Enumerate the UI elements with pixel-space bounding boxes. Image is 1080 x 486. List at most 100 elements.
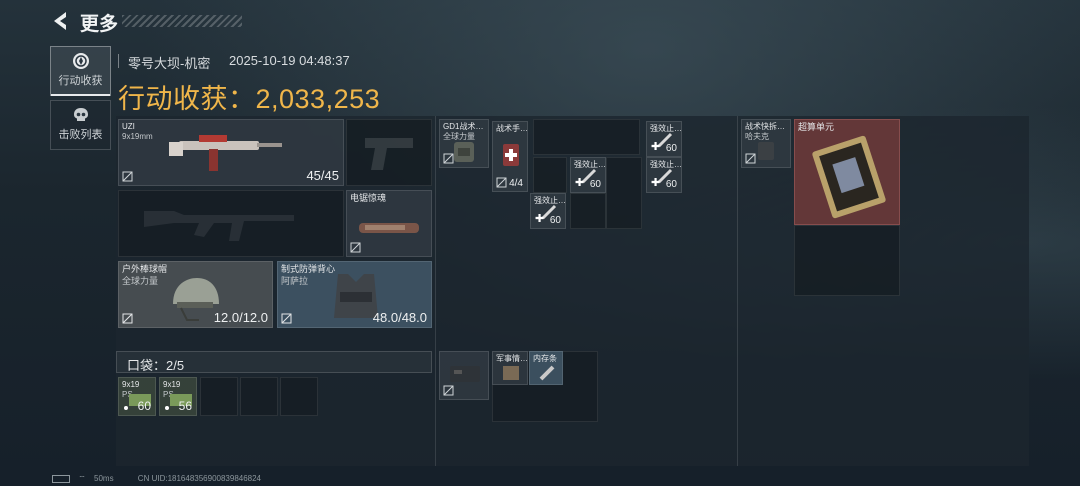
tab-operation-haul[interactable]: 行动收获 (50, 46, 111, 96)
pocket-slot-empty[interactable] (280, 377, 318, 416)
safebox-empty-cells (794, 225, 900, 296)
plus-icon: ✚ (651, 177, 661, 189)
pistol-icon (365, 138, 413, 170)
lock-icon (350, 242, 361, 253)
panel-divider (737, 116, 738, 466)
bag-item[interactable]: 内存条 (529, 351, 563, 385)
pocket-label: 口袋：2/5 (127, 358, 185, 373)
tab-label: 行动收获 (58, 75, 103, 87)
item-count: 60 (665, 179, 677, 190)
operation-datetime: 2025-10-19 04:48:37 (229, 53, 350, 68)
map-name: 零号大坝-机密 (128, 56, 211, 71)
pocket-slot[interactable]: 9x19 PS 60 (118, 377, 156, 416)
pocket-slot-empty[interactable] (240, 377, 278, 416)
primary-weapon-slot[interactable]: UZI 9x19mm 45/45 (118, 119, 344, 186)
lock-icon (496, 177, 507, 188)
safebox-item-rare[interactable]: 超算单元 (794, 119, 900, 225)
item-name: 战术快拆… (745, 122, 785, 131)
helmet-slot[interactable]: 户外棒球帽 全球力量 12.0/12.0 (118, 261, 273, 328)
lock-icon (443, 385, 454, 396)
item-name: 战术手… (496, 124, 528, 133)
item-name: 内存条 (533, 354, 557, 363)
ping: 50ms (94, 474, 114, 483)
dot-icon (124, 406, 128, 410)
chainsaw-icon (359, 223, 419, 233)
haul-total: 行动收获：2,033,253 (118, 77, 380, 116)
lock-icon (122, 171, 133, 182)
separator (118, 54, 119, 68)
haul-label: 行动收获： (118, 84, 256, 114)
tab-label: 击败列表 (58, 129, 103, 141)
pocket-slot[interactable]: 9x19 PS 56 (159, 377, 197, 416)
bag-icon (450, 366, 480, 382)
durability: 12.0/12.0 (213, 310, 268, 325)
item-brand: 全球力量 (122, 276, 159, 286)
item-name: GD1战术… (443, 122, 484, 131)
chest-rig-slot[interactable]: GD1战术… 全球力量 (439, 119, 489, 168)
item-count: 56 (178, 399, 192, 413)
pocket-header: 口袋：2/5 (116, 351, 432, 373)
backpack-empty-cell[interactable] (570, 193, 606, 229)
rifle-icon (169, 135, 282, 171)
haul-value: 2,033,253 (255, 84, 381, 114)
item-name: 电锯惊魂 (350, 193, 387, 203)
ammo-type: 9x19mm (122, 132, 153, 141)
rifle-icon (144, 211, 294, 241)
item-name: UZI (122, 122, 135, 131)
intel-icon (503, 366, 519, 380)
melee-slot[interactable]: 电锯惊魂 (346, 190, 432, 257)
pistol-slot[interactable] (346, 119, 432, 186)
plus-icon: ✚ (651, 141, 661, 153)
item-name: 军事情… (496, 354, 528, 363)
item-count: 60 (137, 399, 151, 413)
backpack-empty-cell[interactable] (533, 157, 567, 193)
battery-icon (52, 474, 70, 483)
bag-item[interactable]: 军事情… (492, 351, 528, 385)
compass-icon (72, 53, 89, 69)
item-count: 60 (589, 179, 601, 190)
armor-slot[interactable]: 制式防弹背心 阿萨拉 48.0/48.0 (277, 261, 432, 328)
item-count: 4/4 (509, 178, 523, 189)
header-stripe-decoration (122, 15, 242, 27)
secondary-weapon-slot[interactable] (118, 190, 344, 257)
backpack-item[interactable]: 强效止… ✚ 60 (570, 157, 606, 193)
item-count: 60 (665, 143, 677, 154)
ammo-count: 45/45 (306, 168, 339, 183)
safebox-case-slot[interactable]: 战术快拆… 哈夫克 (741, 119, 791, 168)
item-name: 户外棒球帽 (122, 264, 168, 274)
backpack-item[interactable]: 强效止… ✚ 60 (646, 157, 682, 193)
supercomputer-icon (812, 135, 886, 219)
lock-icon (443, 153, 454, 164)
item-name: 制式防弹背心 (281, 264, 336, 274)
backpack-slot[interactable] (439, 351, 489, 400)
panel-divider (435, 116, 436, 466)
lock-icon (122, 313, 133, 324)
backpack-item[interactable]: 强效止… ✚ 60 (530, 193, 566, 229)
skull-icon (73, 108, 88, 121)
plus-icon: ✚ (575, 177, 585, 189)
lock-icon (745, 153, 756, 164)
item-name: 9x19 (163, 380, 181, 389)
pocket-slot-empty[interactable] (200, 377, 238, 416)
lock-icon (281, 313, 292, 324)
plus-icon: ✚ (535, 213, 545, 225)
backpack-empty-cell[interactable] (606, 157, 642, 229)
item-brand: 阿萨拉 (281, 276, 309, 286)
backpack-empty-cell[interactable] (533, 119, 640, 155)
medkit-icon (503, 144, 519, 166)
wifi-icon: ⌔ (78, 474, 86, 483)
page-title: 更多 (80, 14, 119, 35)
item-count: 60 (549, 215, 561, 226)
tab-kill-list[interactable]: 击败列表 (50, 100, 111, 150)
dot-icon (165, 406, 169, 410)
ram-icon (539, 365, 555, 381)
status-bar: ⌔ 50ms CN UID:1816483569008398468​24 (52, 474, 261, 484)
player-uid: CN UID:1816483569008398468​24 (137, 474, 262, 483)
backpack-item[interactable]: 强效止… ✚ 60 (646, 121, 682, 157)
back-arrow-icon[interactable] (50, 10, 72, 32)
item-name: 超算单元 (798, 122, 835, 132)
durability: 48.0/48.0 (372, 310, 427, 325)
rig-icon (454, 142, 474, 162)
backpack-item[interactable]: 战术手… 4/4 (492, 121, 528, 192)
item-name: 9x19 (122, 380, 140, 389)
